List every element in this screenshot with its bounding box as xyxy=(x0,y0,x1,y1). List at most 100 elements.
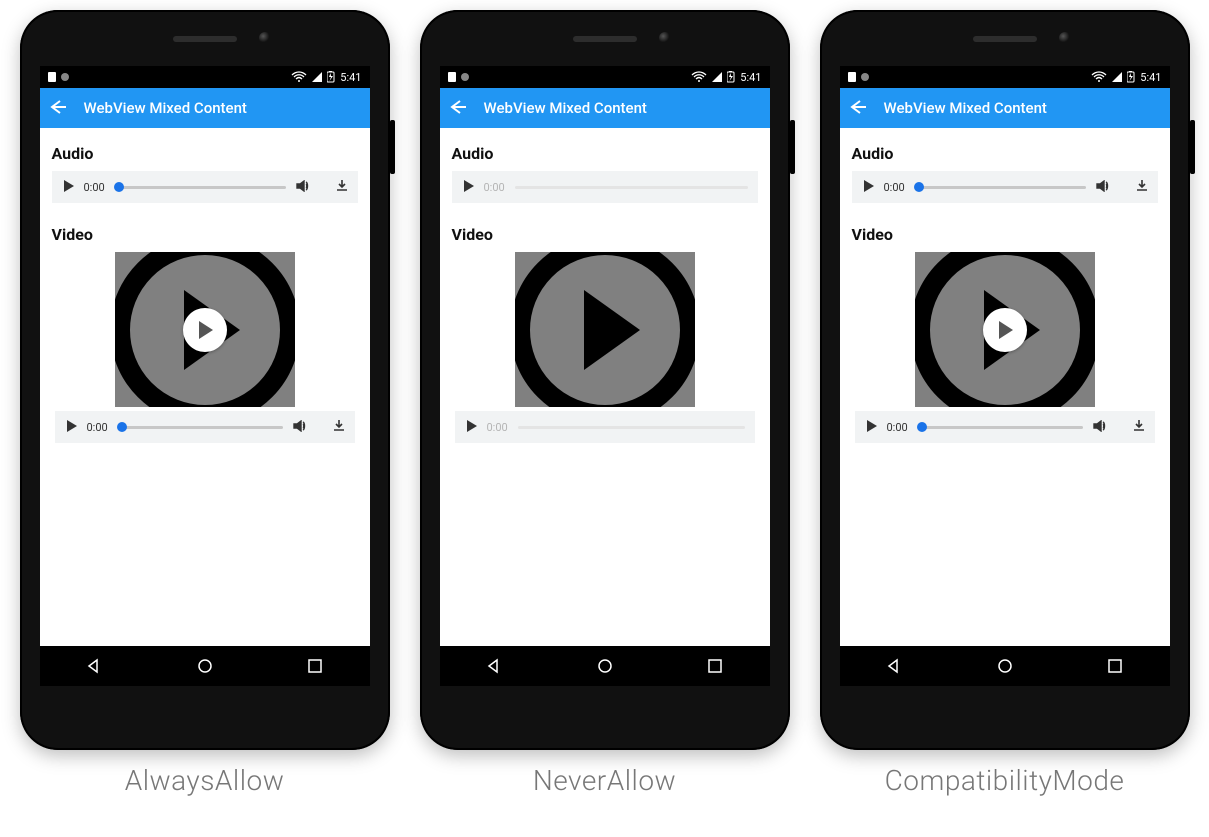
nav-home-button[interactable] xyxy=(597,658,613,674)
android-nav-bar xyxy=(440,646,770,686)
play-icon[interactable] xyxy=(862,180,874,195)
status-dot-icon xyxy=(461,73,469,81)
phone-compat: 5:41 WebView Mixed Content Audio 0:00 Vi… xyxy=(820,10,1190,750)
webview-content: Audio 0:00 Video 0:00 xyxy=(40,128,370,686)
app-bar: WebView Mixed Content xyxy=(40,88,370,128)
webview-content: Audio 0:00 Video 0:00 xyxy=(440,128,770,686)
video-progress xyxy=(518,426,745,429)
volume-icon xyxy=(1096,180,1110,195)
audio-progress xyxy=(515,186,748,189)
video-play-overlay[interactable] xyxy=(983,308,1027,352)
play-icon xyxy=(465,420,477,435)
back-button[interactable] xyxy=(850,99,868,118)
audio-heading: Audio xyxy=(452,144,758,163)
status-time: 5:41 xyxy=(740,71,761,84)
play-icon xyxy=(462,180,474,195)
play-icon[interactable] xyxy=(62,180,74,195)
volume-icon xyxy=(1093,420,1107,435)
phone-screen: 5:41 WebView Mixed Content Audio 0:00 Vi… xyxy=(40,66,370,686)
phone-camera xyxy=(1059,32,1071,44)
audio-heading: Audio xyxy=(52,144,358,163)
nav-recent-button[interactable] xyxy=(307,658,323,674)
webview-content: Audio 0:00 Video 0:00 xyxy=(840,128,1170,686)
android-nav-bar xyxy=(40,646,370,686)
cell-signal-icon xyxy=(712,72,722,82)
wifi-icon xyxy=(291,71,307,83)
audio-controls[interactable]: 0:00 xyxy=(852,171,1158,203)
video-time: 0:00 xyxy=(887,421,908,434)
status-bar: 5:41 xyxy=(440,66,770,88)
video-controls: 0:00 xyxy=(455,411,755,443)
video-progress[interactable] xyxy=(918,426,1083,429)
battery-icon xyxy=(727,71,735,83)
audio-progress[interactable] xyxy=(115,186,286,189)
phone-camera xyxy=(659,32,671,44)
status-time: 5:41 xyxy=(340,71,361,84)
audio-heading: Audio xyxy=(852,144,1158,163)
app-title: WebView Mixed Content xyxy=(884,99,1047,117)
video-thumbnail[interactable] xyxy=(515,252,695,407)
battery-icon xyxy=(327,71,335,83)
phone-camera xyxy=(259,32,271,44)
caption-compat: CompatibilityMode xyxy=(820,764,1190,797)
audio-controls: 0:00 xyxy=(452,171,758,203)
nav-recent-button[interactable] xyxy=(1107,658,1123,674)
battery-icon xyxy=(1127,71,1135,83)
phone-speaker xyxy=(573,36,637,42)
android-nav-bar xyxy=(840,646,1170,686)
video-heading: Video xyxy=(452,225,758,244)
nav-back-button[interactable] xyxy=(887,658,903,674)
phone-screen: 5:41 WebView Mixed Content Audio 0:00 Vi… xyxy=(840,66,1170,686)
video-thumbnail[interactable] xyxy=(915,252,1095,407)
video-time: 0:00 xyxy=(487,421,508,434)
nav-home-button[interactable] xyxy=(197,658,213,674)
app-bar: WebView Mixed Content xyxy=(440,88,770,128)
cell-signal-icon xyxy=(1112,72,1122,82)
app-title: WebView Mixed Content xyxy=(484,99,647,117)
audio-time: 0:00 xyxy=(884,181,905,194)
download-icon xyxy=(336,180,348,195)
video-time: 0:00 xyxy=(87,421,108,434)
download-icon xyxy=(1133,420,1145,435)
caption-never: NeverAllow xyxy=(420,764,790,797)
back-button[interactable] xyxy=(50,99,68,118)
phone-screen: 5:41 WebView Mixed Content Audio 0:00 Vi… xyxy=(440,66,770,686)
volume-icon xyxy=(296,180,310,195)
phone-speaker xyxy=(973,36,1037,42)
notification-icon xyxy=(448,72,456,82)
back-button[interactable] xyxy=(450,99,468,118)
audio-progress[interactable] xyxy=(915,186,1086,189)
phone-never: 5:41 WebView Mixed Content Audio 0:00 Vi… xyxy=(420,10,790,750)
audio-time: 0:00 xyxy=(484,181,505,194)
status-dot-icon xyxy=(61,73,69,81)
video-controls[interactable]: 0:00 xyxy=(855,411,1155,443)
cell-signal-icon xyxy=(312,72,322,82)
status-bar: 5:41 xyxy=(40,66,370,88)
nav-home-button[interactable] xyxy=(997,658,1013,674)
nav-back-button[interactable] xyxy=(87,658,103,674)
video-heading: Video xyxy=(852,225,1158,244)
status-time: 5:41 xyxy=(1140,71,1161,84)
video-poster-icon xyxy=(515,252,695,407)
volume-icon xyxy=(293,420,307,435)
nav-back-button[interactable] xyxy=(487,658,503,674)
nav-recent-button[interactable] xyxy=(707,658,723,674)
notification-icon xyxy=(48,72,56,82)
video-progress[interactable] xyxy=(118,426,283,429)
caption-always: AlwaysAllow xyxy=(20,764,390,797)
app-bar: WebView Mixed Content xyxy=(840,88,1170,128)
audio-time: 0:00 xyxy=(84,181,105,194)
download-icon xyxy=(333,420,345,435)
app-title: WebView Mixed Content xyxy=(84,99,247,117)
status-bar: 5:41 xyxy=(840,66,1170,88)
video-controls[interactable]: 0:00 xyxy=(55,411,355,443)
audio-controls[interactable]: 0:00 xyxy=(52,171,358,203)
download-icon xyxy=(1136,180,1148,195)
wifi-icon xyxy=(1091,71,1107,83)
play-icon[interactable] xyxy=(865,420,877,435)
notification-icon xyxy=(848,72,856,82)
video-play-overlay[interactable] xyxy=(183,308,227,352)
wifi-icon xyxy=(691,71,707,83)
video-thumbnail[interactable] xyxy=(115,252,295,407)
play-icon[interactable] xyxy=(65,420,77,435)
